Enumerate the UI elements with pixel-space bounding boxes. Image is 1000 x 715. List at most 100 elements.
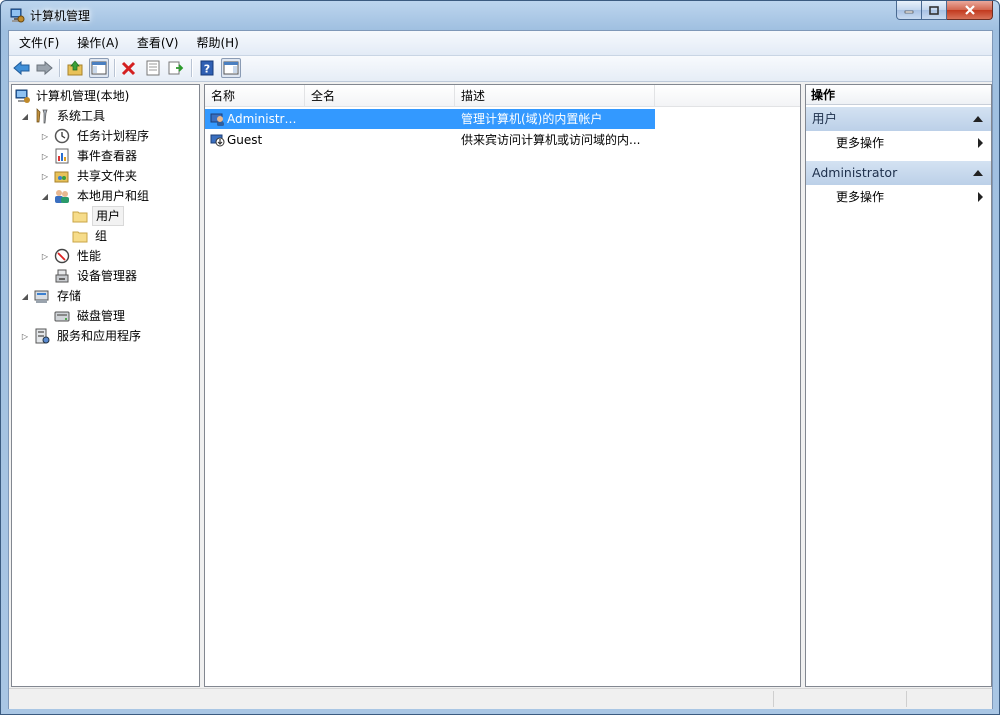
tree-item-services-apps[interactable]: 服务和应用程序 — [34, 326, 144, 346]
tree-item-label: 组 — [95, 229, 108, 243]
forward-arrow-icon — [36, 60, 53, 76]
tree-item-label: 任务计划程序 — [77, 129, 150, 143]
storage-icon — [34, 290, 49, 303]
actions-pane: 操作 用户 更多操作 Administrator 更多操作 — [805, 84, 992, 687]
column-header-name[interactable]: 名称 — [205, 85, 305, 107]
menu-action[interactable]: 操作(A) — [69, 32, 127, 54]
forward-button[interactable] — [34, 58, 54, 78]
show-action-pane-icon — [223, 61, 239, 75]
tree-item-storage[interactable]: 存储 — [34, 286, 84, 306]
action-more-actions-administrator[interactable]: 更多操作 — [806, 186, 991, 208]
minimize-icon — [904, 10, 914, 14]
properties-button[interactable] — [143, 58, 163, 78]
tree-item-label: 性能 — [77, 249, 102, 263]
tools-icon — [36, 108, 48, 124]
tree-item-task-scheduler[interactable]: 任务计划程序 — [54, 126, 152, 146]
menu-view[interactable]: 查看(V) — [129, 32, 187, 54]
tree-item-disk-management[interactable]: 磁盘管理 — [54, 306, 128, 326]
properties-icon — [146, 60, 160, 76]
title-bar[interactable]: 计算机管理 — [1, 1, 999, 29]
table-row[interactable]: Administrat... 管理计算机(域)的内置帐户 — [205, 109, 655, 129]
action-group-users[interactable]: 用户 — [806, 107, 991, 131]
column-header-filler — [655, 85, 800, 107]
tree-item-performance[interactable]: 性能 — [54, 246, 104, 266]
menu-help[interactable]: 帮助(H) — [188, 32, 246, 54]
tree-item-label: 计算机管理(本地) — [36, 89, 130, 103]
expanded-arrow-icon[interactable]: ◢ — [40, 191, 50, 201]
tree-item-label: 事件查看器 — [77, 149, 138, 163]
tree-item-label: 服务和应用程序 — [57, 329, 142, 343]
action-group-label: Administrator — [812, 165, 898, 180]
collapsed-arrow-icon[interactable]: ▷ — [40, 171, 50, 181]
collapse-caret-icon[interactable] — [973, 116, 983, 122]
export-list-icon — [168, 61, 184, 75]
tree-item-local-users-groups[interactable]: 本地用户和组 — [54, 186, 152, 206]
window-title: 计算机管理 — [30, 9, 91, 23]
show-hide-console-tree-button[interactable] — [89, 58, 109, 78]
user-name-cell: Guest — [227, 133, 263, 147]
tree-item-event-viewer[interactable]: 事件查看器 — [54, 146, 140, 166]
export-list-button[interactable] — [166, 58, 186, 78]
status-segment — [773, 691, 774, 707]
action-more-actions-users[interactable]: 更多操作 — [806, 132, 991, 154]
user-name-cell: Administrat... — [227, 112, 303, 126]
user-description-cell: 管理计算机(域)的内置帐户 — [461, 112, 603, 126]
tree-item-users[interactable]: 用户 — [72, 206, 125, 226]
actions-pane-title: 操作 — [806, 85, 991, 105]
results-list-pane[interactable]: 名称 全名 描述 Administrat... 管理计算机(域)的内置帐户 Gu… — [204, 84, 801, 687]
computer-management-icon — [15, 89, 30, 103]
collapsed-arrow-icon[interactable]: ▷ — [40, 151, 50, 161]
tree-item-label: 磁盘管理 — [77, 309, 126, 323]
disabled-user-icon — [210, 134, 225, 147]
svg-text:?: ? — [204, 63, 210, 76]
tree-item-device-manager[interactable]: 设备管理器 — [54, 266, 140, 286]
collapsed-arrow-icon[interactable]: ▷ — [20, 331, 30, 341]
back-arrow-icon — [13, 60, 30, 76]
users-group-icon — [55, 190, 69, 203]
delete-icon — [121, 61, 136, 76]
up-folder-icon — [67, 60, 83, 76]
folder-icon — [72, 211, 88, 223]
back-button[interactable] — [12, 58, 32, 78]
console-tree-pane[interactable]: 计算机管理(本地) ◢ 系统工具 ▷ 任务计划程序 ▷ 事件查看器 ▷ 共享文件… — [11, 84, 200, 687]
expanded-arrow-icon[interactable]: ◢ — [20, 111, 30, 121]
help-button[interactable]: ? — [197, 58, 217, 78]
action-group-administrator[interactable]: Administrator — [806, 161, 991, 185]
minimize-button[interactable] — [896, 1, 922, 20]
status-segment — [906, 691, 907, 707]
action-item-label: 更多操作 — [836, 190, 885, 204]
collapse-caret-icon[interactable] — [973, 170, 983, 176]
tree-item-label: 存储 — [57, 289, 82, 303]
collapsed-arrow-icon[interactable]: ▷ — [40, 251, 50, 261]
maximize-button[interactable] — [922, 1, 947, 20]
tree-item-computer-management[interactable]: 计算机管理(本地) — [15, 86, 132, 106]
expanded-arrow-icon[interactable]: ◢ — [20, 291, 30, 301]
maximize-icon — [929, 5, 939, 15]
tree-item-groups[interactable]: 组 — [72, 226, 110, 246]
up-one-level-button[interactable] — [65, 58, 85, 78]
menu-file[interactable]: 文件(F) — [11, 32, 67, 54]
delete-button[interactable] — [119, 58, 139, 78]
event-log-icon — [55, 148, 69, 164]
table-row[interactable]: Guest 供来宾访问计算机或访问域的内... — [205, 130, 655, 150]
tree-item-label: 用户 — [92, 206, 125, 226]
action-item-label: 更多操作 — [836, 136, 885, 150]
services-icon — [35, 328, 50, 344]
tree-item-shared-folders[interactable]: 共享文件夹 — [54, 166, 140, 186]
column-header-fullname[interactable]: 全名 — [305, 85, 455, 107]
help-icon: ? — [200, 60, 214, 76]
show-hide-action-pane-button[interactable] — [221, 58, 241, 78]
close-button[interactable] — [947, 1, 993, 20]
tree-item-system-tools[interactable]: 系统工具 — [34, 106, 108, 126]
close-icon — [964, 5, 975, 15]
toolbar: ? — [9, 56, 992, 82]
show-hide-tree-icon — [91, 61, 107, 75]
computer-management-icon — [10, 8, 25, 23]
tree-item-label: 系统工具 — [57, 109, 106, 123]
status-bar — [9, 688, 992, 709]
collapsed-arrow-icon[interactable]: ▷ — [40, 131, 50, 141]
clock-icon — [54, 128, 70, 144]
tree-item-label: 共享文件夹 — [77, 169, 138, 183]
user-icon — [210, 113, 224, 126]
column-header-description[interactable]: 描述 — [455, 85, 655, 107]
